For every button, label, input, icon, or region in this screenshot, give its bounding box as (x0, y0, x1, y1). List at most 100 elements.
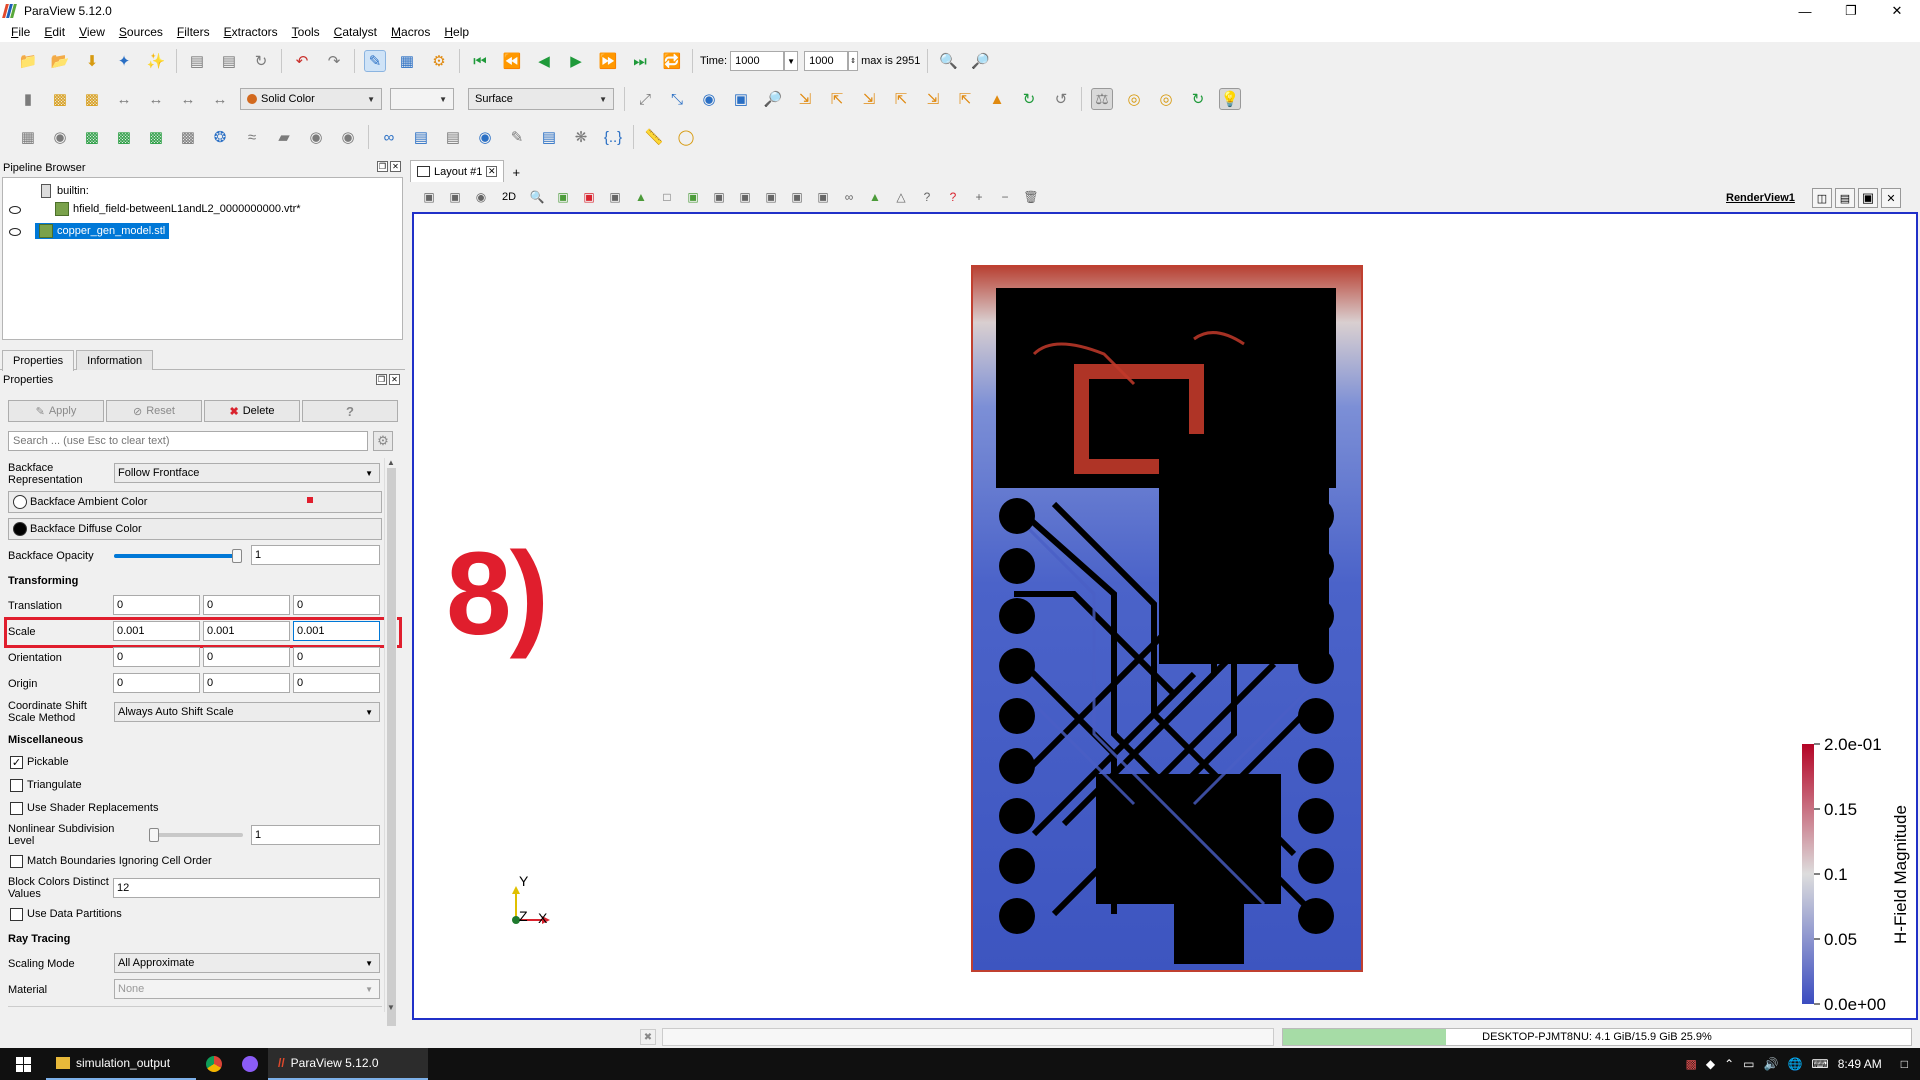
select-block-icon[interactable]: □ (659, 189, 675, 205)
pick-center-icon[interactable]: ◎ (1155, 88, 1177, 110)
close-tab-icon[interactable]: ✕ (486, 166, 498, 177)
plot-data-icon[interactable]: ◉ (474, 126, 496, 148)
representation-combo[interactable]: Surface ▼ (468, 88, 614, 110)
zoom-to-data-icon[interactable]: 🔍 (937, 50, 959, 72)
hover-cells-icon[interactable]: ▣ (737, 189, 753, 205)
first-frame-icon[interactable]: ⏮ (469, 50, 491, 72)
maximize-view-icon[interactable]: ▣ (1858, 188, 1878, 208)
data-partitions-checkbox[interactable] (10, 908, 23, 921)
menu-tools[interactable]: Tools (285, 25, 327, 39)
save-state-icon[interactable]: ▤ (218, 50, 240, 72)
taskbar-app-explorer[interactable]: simulation_output (46, 1048, 196, 1080)
menu-catalyst[interactable]: Catalyst (327, 25, 384, 39)
clock-time[interactable]: 8:49 AM (1838, 1057, 1882, 1071)
eye-visible-icon[interactable] (9, 206, 21, 214)
dropbox-icon[interactable]: ◆ (1706, 1057, 1715, 1071)
timestep-input[interactable]: 1000 (804, 51, 849, 71)
backface-ambient-color-button[interactable]: Backface Ambient Color (8, 491, 382, 513)
stream-tracer-icon[interactable]: ≈ (241, 126, 263, 148)
timestep-spin-icon[interactable]: ⇕ (848, 51, 859, 71)
float-panel-icon[interactable]: ❐ (377, 161, 388, 172)
reset-range-icon[interactable]: ▩ (81, 88, 103, 110)
link-icon[interactable]: ∞ (841, 189, 857, 205)
show-center-icon[interactable]: ⚖ (1091, 88, 1113, 110)
minimize-icon[interactable]: — (1782, 0, 1828, 22)
menu-extractors[interactable]: Extractors (217, 25, 285, 39)
histogram-icon[interactable]: ▤ (442, 126, 464, 148)
close-panel-icon[interactable]: ✕ (389, 374, 400, 385)
pipeline-item-copper-model[interactable]: copper_gen_model.stl (35, 222, 170, 240)
help-button[interactable]: ? (302, 400, 398, 422)
ruler-icon[interactable]: 📏 (643, 126, 665, 148)
interactive-select-icon[interactable]: ▣ (685, 189, 701, 205)
scrollbar-thumb[interactable] (387, 468, 396, 1028)
material-combo[interactable]: None ▼ (114, 979, 380, 999)
pipeline-item-builtin[interactable]: builtin: (41, 182, 89, 200)
rotate-cw-icon[interactable]: ↻ (1018, 88, 1040, 110)
delete-button[interactable]: ✖ Delete (204, 400, 300, 422)
grow-icon[interactable]: + (971, 189, 987, 205)
reset-camera-icon[interactable]: ⤢ (634, 88, 656, 110)
add-layout-icon[interactable]: + (504, 162, 528, 182)
view-minus-x-icon[interactable]: ⇱ (826, 88, 848, 110)
nonlinear-subdivision-input[interactable]: 1 (251, 825, 380, 845)
menu-edit[interactable]: Edit (37, 25, 72, 39)
connect-icon[interactable]: ✦ (113, 50, 135, 72)
pickable-checkbox[interactable]: ✓ (10, 756, 23, 769)
select-frustum-icon[interactable]: ▣ (607, 189, 623, 205)
backface-opacity-slider[interactable] (114, 549, 242, 563)
speaker-icon[interactable]: 🔊 (1763, 1057, 1778, 1071)
component-combo[interactable]: ▼ (390, 88, 454, 110)
zoom-box-icon[interactable]: 🔎 (762, 88, 784, 110)
backface-representation-combo[interactable]: Follow Frontface ▼ (114, 463, 380, 483)
view-plus-z-icon[interactable]: ⇲ (922, 88, 944, 110)
time-dropdown-icon[interactable]: ▼ (784, 51, 799, 71)
chevron-up-icon[interactable]: ⌃ (1724, 1057, 1734, 1071)
notifications-icon[interactable]: □ (1901, 1057, 1908, 1071)
extract-subset-icon[interactable]: ▩ (177, 126, 199, 148)
query-icon[interactable]: ? (919, 189, 935, 205)
zoom-icon[interactable]: 🔍 (529, 189, 545, 205)
render-view[interactable]: 8) Y X Z 2.0e-01 0.15 0.1 0.05 0.0e+00 H… (412, 212, 1918, 1020)
scroll-down-icon[interactable]: ▼ (387, 1003, 395, 1012)
memory-inspector[interactable]: DESKTOP-PJMT8NU: 4.1 GiB/15.9 GiB 25.9% (1282, 1028, 1912, 1046)
rescale-custom-icon[interactable]: ↔ (145, 88, 167, 110)
tab-layout-1[interactable]: Layout #1 ✕ (410, 160, 505, 182)
close-panel-icon[interactable]: ✕ (390, 161, 401, 172)
edit-color-map-icon[interactable]: ▩ (49, 88, 71, 110)
split-vertical-icon[interactable]: ▤ (1835, 188, 1855, 208)
view-minus-y-icon[interactable]: ⇱ (890, 88, 912, 110)
apply-button[interactable]: ✎ Apply (8, 400, 104, 422)
origin-z-input[interactable]: 0 (293, 673, 380, 693)
rescale-visible-icon[interactable]: ↔ (177, 88, 199, 110)
backface-diffuse-color-button[interactable]: Backface Diffuse Color (8, 518, 382, 540)
reset-session-icon[interactable]: ↻ (250, 50, 272, 72)
threshold-icon[interactable]: ▩ (145, 126, 167, 148)
tab-information[interactable]: Information (76, 350, 154, 370)
slider-handle[interactable] (149, 828, 159, 842)
play-icon[interactable]: ▶ (565, 50, 587, 72)
obs-icon[interactable] (232, 1048, 268, 1080)
play-reverse-icon[interactable]: ◀ (533, 50, 555, 72)
grow-selection-icon[interactable]: ▣ (763, 189, 779, 205)
plot-selection-icon[interactable]: △ (893, 189, 909, 205)
tray-app-icon[interactable]: ▩ (1686, 1057, 1697, 1071)
capture-icon[interactable]: ▣ (421, 189, 437, 205)
isometric-view-icon[interactable]: ▲ (986, 88, 1008, 110)
glyph-icon[interactable]: ❂ (209, 126, 231, 148)
restore-icon[interactable]: ❐ (1828, 0, 1874, 22)
gear-icon[interactable]: ⚙ (373, 431, 393, 451)
menu-sources[interactable]: Sources (112, 25, 170, 39)
hover-points-icon[interactable]: ▣ (711, 189, 727, 205)
previous-frame-icon[interactable]: ⏪ (501, 50, 523, 72)
warp-vector-icon[interactable]: ▰ (273, 126, 295, 148)
disconnect-icon[interactable]: ✨ (145, 50, 167, 72)
select-polygon-icon[interactable]: ▲ (633, 189, 649, 205)
capture-alt-icon[interactable]: ▣ (447, 189, 463, 205)
orientation-y-input[interactable]: 0 (203, 647, 290, 667)
menu-help[interactable]: Help (437, 25, 476, 39)
properties-scrollbar[interactable]: ▲ ▼ (384, 458, 397, 1028)
float-panel-icon[interactable]: ❐ (376, 374, 387, 385)
mode-2d-button[interactable]: 2D (499, 189, 519, 205)
save-data-icon[interactable]: ⬇ (81, 50, 103, 72)
